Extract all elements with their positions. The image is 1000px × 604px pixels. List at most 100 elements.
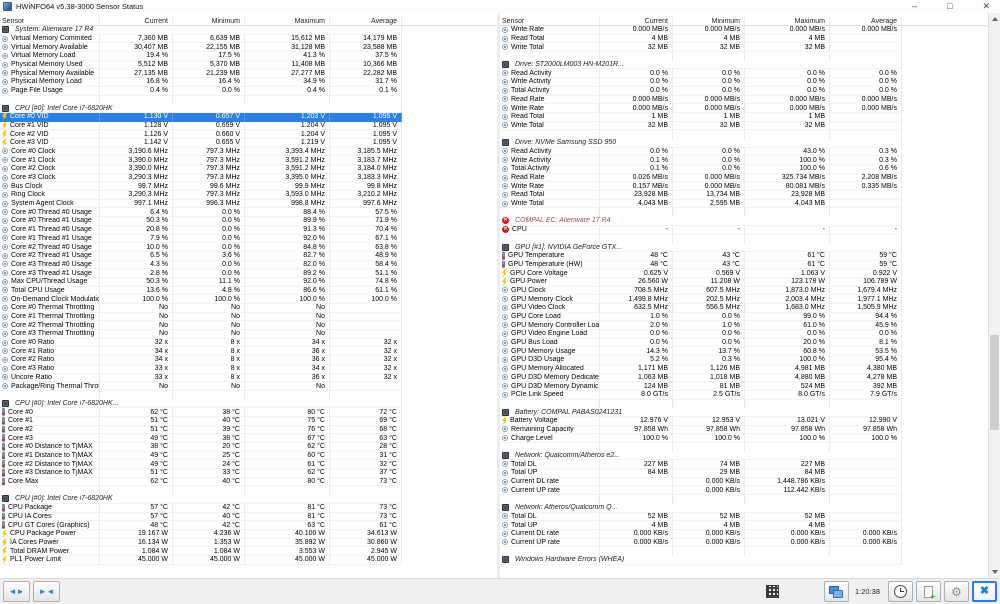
sensor-row[interactable]: Core #349 °C38 °C67 °C63 °C <box>0 434 497 443</box>
sensor-row[interactable]: Virtual Memory Commited7,360 MB6,639 MB1… <box>0 35 497 44</box>
sensor-row[interactable]: Total DL227 MB74 MB227 MB <box>500 460 988 469</box>
sensor-row[interactable]: PCIe Link Speed8.0 GT/s2.5 GT/s8.0 GT/s7… <box>500 391 988 400</box>
sensor-row[interactable]: Read Rate0.026 MB/s0.000 MB/s325.734 MB/… <box>500 174 988 183</box>
sensor-row[interactable]: CPU Package57 °C42 °C81 °C73 °C <box>0 504 497 513</box>
sensor-row[interactable]: Core #2 Thread #1 Usage6.5 %3.6 %82.7 %4… <box>0 252 497 261</box>
maximize-icon[interactable]: □ <box>947 0 952 13</box>
sensor-row[interactable]: Core #2 Thermal ThrottlingNoNoNo <box>0 321 497 330</box>
sensor-row[interactable]: PL1 Power Limit45.000 W45.000 W45.000 W4… <box>0 556 497 565</box>
sensor-row[interactable]: Uncore Ratio33 x8 x36 x32 x <box>0 374 497 383</box>
scroll-up-icon[interactable] <box>989 13 1000 25</box>
sensor-row[interactable]: Charge Level100.0 %100.0 %100.0 %100.0 % <box>500 434 988 443</box>
sensor-row[interactable]: Core Max62 °C40 °C80 °C73 °C <box>0 478 497 487</box>
settings-button[interactable]: ⚙ <box>944 581 969 602</box>
sensor-row[interactable]: On-Demand Clock Modulation100.0 %100.0 %… <box>0 295 497 304</box>
section-header-row[interactable]: System: Alienware 17 R4 <box>0 26 497 35</box>
clock-button[interactable] <box>888 581 913 602</box>
sensor-row[interactable]: GPU Temperature (HW)48 °C43 °C61 °C59 °C <box>500 261 988 270</box>
section-header-row[interactable]: Windows Hardware Errors (WHEA) <box>500 556 988 565</box>
sensor-row[interactable]: Core #3 Ratio33 x8 x34 x32 x <box>0 365 497 374</box>
sensor-row[interactable]: Virtual Memory Available30,407 MB22,155 … <box>0 43 497 52</box>
sensor-row[interactable]: Core #0 Distance to TjMAX38 °C20 °C62 °C… <box>0 443 497 452</box>
logging-button[interactable] <box>916 581 941 602</box>
sensor-row[interactable]: Core #1 VID1.128 V0.659 V1.204 V1.095 V <box>0 122 497 131</box>
sensor-row[interactable]: Core #0 Clock3,190.6 MHz797.3 MHz3,393.4… <box>0 148 497 157</box>
sensor-row[interactable]: Core #3 Thread #1 Usage2.8 %0.0 %89.2 %5… <box>0 269 497 278</box>
sensor-row[interactable]: Package/Ring Thermal ThrottlingNoNoNo <box>0 382 497 391</box>
sensor-row[interactable]: CPU Package Power19.167 W4.236 W40.100 W… <box>0 530 497 539</box>
sensor-row[interactable]: GPU Memory Allocated1,171 MB1,126 MB4,98… <box>500 365 988 374</box>
sensor-row[interactable]: Current DL rate0.000 KB/s0.000 KB/s0.000… <box>500 530 988 539</box>
minimize-icon[interactable]: – <box>912 0 917 13</box>
sensor-row[interactable]: GPU D3D Memory Dedicated1,063 MB1,018 MB… <box>500 374 988 383</box>
sensor-row[interactable]: Core #1 Distance to TjMAX49 °C25 °C60 °C… <box>0 452 497 461</box>
column-header-minimum[interactable]: Minimum <box>673 17 745 26</box>
sensor-row[interactable]: Read Rate0.000 MB/s0.000 MB/s0.000 MB/s0… <box>500 96 988 105</box>
sensor-row[interactable]: Write Total4,043 MB2,595 MB4,043 MB <box>500 200 988 209</box>
column-header-average[interactable]: Average <box>330 17 402 26</box>
sensor-row[interactable]: Write Activity0.0 %0.0 %0.0 %0.0 % <box>500 78 988 87</box>
sensor-row[interactable]: Read Total1 MB1 MB1 MB <box>500 113 988 122</box>
sensor-row[interactable]: Core #2 Ratio34 x8 x36 x32 x <box>0 356 497 365</box>
sensor-row[interactable]: Write Total32 MB32 MB32 MB <box>500 122 988 131</box>
sensor-row[interactable]: IA Cores Power16.134 W1.353 W35.892 W30.… <box>0 539 497 548</box>
sensor-row[interactable]: GPU Temperature48 °C43 °C61 °C59 °C <box>500 252 988 261</box>
sensor-row[interactable]: Virtual Memory Load19.4 %17.5 %41.3 %37.… <box>0 52 497 61</box>
sensor-row[interactable]: Write Total32 MB32 MB32 MB <box>500 43 988 52</box>
sensor-row[interactable]: Core #3 Distance to TjMAX51 °C33 °C62 °C… <box>0 469 497 478</box>
section-header-row[interactable]: CPU [#0]: Intel Core i7-6820HK... <box>0 400 497 409</box>
sensor-row[interactable]: Core #3 Thread #0 Usage4.3 %0.0 %82.0 %5… <box>0 261 497 270</box>
sensor-row[interactable]: Read Activity0.0 %0.0 %0.0 %0.0 % <box>500 69 988 78</box>
sensor-row[interactable]: Core #1 Ratio34 x8 x36 x32 x <box>0 347 497 356</box>
scrollbar-thumb[interactable] <box>990 335 999 430</box>
sensor-row[interactable]: Bus Clock99.7 MHz99.6 MHz99.9 MHz99.8 MH… <box>0 182 497 191</box>
section-header-row[interactable]: Drive: NVMe Samsung SSD 950 <box>500 139 988 148</box>
expand-columns-button[interactable]: ◄► <box>3 581 30 602</box>
sensor-row[interactable]: GPU Video Engine Load0.0 %0.0 %0.0 %0.0 … <box>500 330 988 339</box>
sensor-row[interactable]: Total DL52 MB52 MB52 MB <box>500 513 988 522</box>
sensor-row[interactable]: Read Total23,928 MB13,734 MB23,928 MB <box>500 191 988 200</box>
section-header-row[interactable]: Network: Atheros/Qualcomm Q... <box>500 504 988 513</box>
close-button[interactable]: ✖ <box>972 581 997 602</box>
sensor-row[interactable]: Core #0 VID1.130 V0.657 V1.203 V1.095 V <box>0 113 497 122</box>
sensor-row[interactable]: Total Activity0.1 %0.0 %100.0 %0.6 % <box>500 165 988 174</box>
sensor-row[interactable]: Ring Clock3,290.3 MHz797.3 MHz3,593.0 MH… <box>0 191 497 200</box>
sensor-row[interactable]: Core #2 VID1.126 V0.660 V1.204 V1.095 V <box>0 130 497 139</box>
sensor-row[interactable]: Total Activity0.0 %0.0 %0.0 %0.0 % <box>500 87 988 96</box>
sensor-row[interactable]: Core #1 Thermal ThrottlingNoNoNo <box>0 313 497 322</box>
sensor-row[interactable]: Core #2 Clock3,390.0 MHz797.3 MHz3,591.2… <box>0 165 497 174</box>
section-header-row[interactable]: CPU [#0]: Intel Core i7-6820HK <box>0 495 497 504</box>
sensor-row[interactable]: Total UP4 MB4 MB4 MB <box>500 521 988 530</box>
sensor-row[interactable]: Read Activity0.0 %0.0 %43.0 %0.3 % <box>500 148 988 157</box>
sensor-row[interactable]: Current DL rate0.000 KB/s1,448.786 KB/s <box>500 478 988 487</box>
sensor-row[interactable]: CPU---- <box>500 226 988 235</box>
column-header-sensor[interactable]: Sensor <box>0 17 100 26</box>
sensor-row[interactable]: Core #0 Thermal ThrottlingNoNoNo <box>0 304 497 313</box>
sensor-row[interactable]: Core #0 Thread #0 Usage6.4 %0.0 %88.4 %5… <box>0 208 497 217</box>
sensor-row[interactable]: Write Rate0.000 MB/s0.000 MB/s0.000 MB/s… <box>500 26 988 35</box>
column-header-current[interactable]: Current <box>600 17 673 26</box>
column-header-current[interactable]: Current <box>100 17 173 26</box>
sensor-row[interactable]: Total UP84 MB29 MB84 MB <box>500 469 988 478</box>
sensor-row[interactable]: Remaining Capacity97.858 Wh97.858 Wh97.8… <box>500 426 988 435</box>
sensor-row[interactable]: Core #0 Ratio32 x8 x34 x32 x <box>0 339 497 348</box>
vertical-scrollbar[interactable] <box>988 13 1000 578</box>
sensor-row[interactable]: Core #3 Thermal ThrottlingNoNoNo <box>0 330 497 339</box>
close-icon[interactable]: ✕ <box>982 0 990 13</box>
sensor-row[interactable]: Read Total4 MB4 MB4 MB <box>500 35 988 44</box>
sensor-row[interactable]: Core #1 Clock3,390.0 MHz797.3 MHz3,591.2… <box>0 156 497 165</box>
remote-monitoring-button[interactable] <box>824 581 849 602</box>
sensor-row[interactable]: CPU IA Cores57 °C40 °C81 °C73 °C <box>0 513 497 522</box>
sensor-row[interactable]: Core #2 Distance to TjMAX49 °C24 °C61 °C… <box>0 460 497 469</box>
section-header-row[interactable]: CPU [#0]: Intel Core i7-6820HK <box>0 104 497 113</box>
sensor-row[interactable]: Total DRAM Power1.084 W1.084 W3.553 W2.9… <box>0 547 497 556</box>
sensor-row[interactable]: Core #3 Clock3,290.3 MHz797.3 MHz3,395.0… <box>0 174 497 183</box>
sensor-row[interactable]: GPU Bus Load0.0 %0.0 %20.0 %8.1 % <box>500 339 988 348</box>
sensor-row[interactable]: Core #0 Thread #1 Usage50.3 %0.0 %89.9 %… <box>0 217 497 226</box>
sensor-row[interactable]: GPU Memory Controller Load2.0 %1.0 %61.0… <box>500 321 988 330</box>
sensor-row[interactable]: Current UP rate0.000 KB/s0.000 KB/s0.000… <box>500 539 988 548</box>
sensor-row[interactable]: Core #2 Thread #0 Usage10.0 %0.0 %84.8 %… <box>0 243 497 252</box>
column-header-minimum[interactable]: Minimum <box>173 17 245 26</box>
sensor-row[interactable]: GPU Memory Clock1,499.8 MHz202.5 MHz2,00… <box>500 295 988 304</box>
sensor-row[interactable]: Page File Usage0.4 %0.0 %0.4 %0.1 % <box>0 87 497 96</box>
